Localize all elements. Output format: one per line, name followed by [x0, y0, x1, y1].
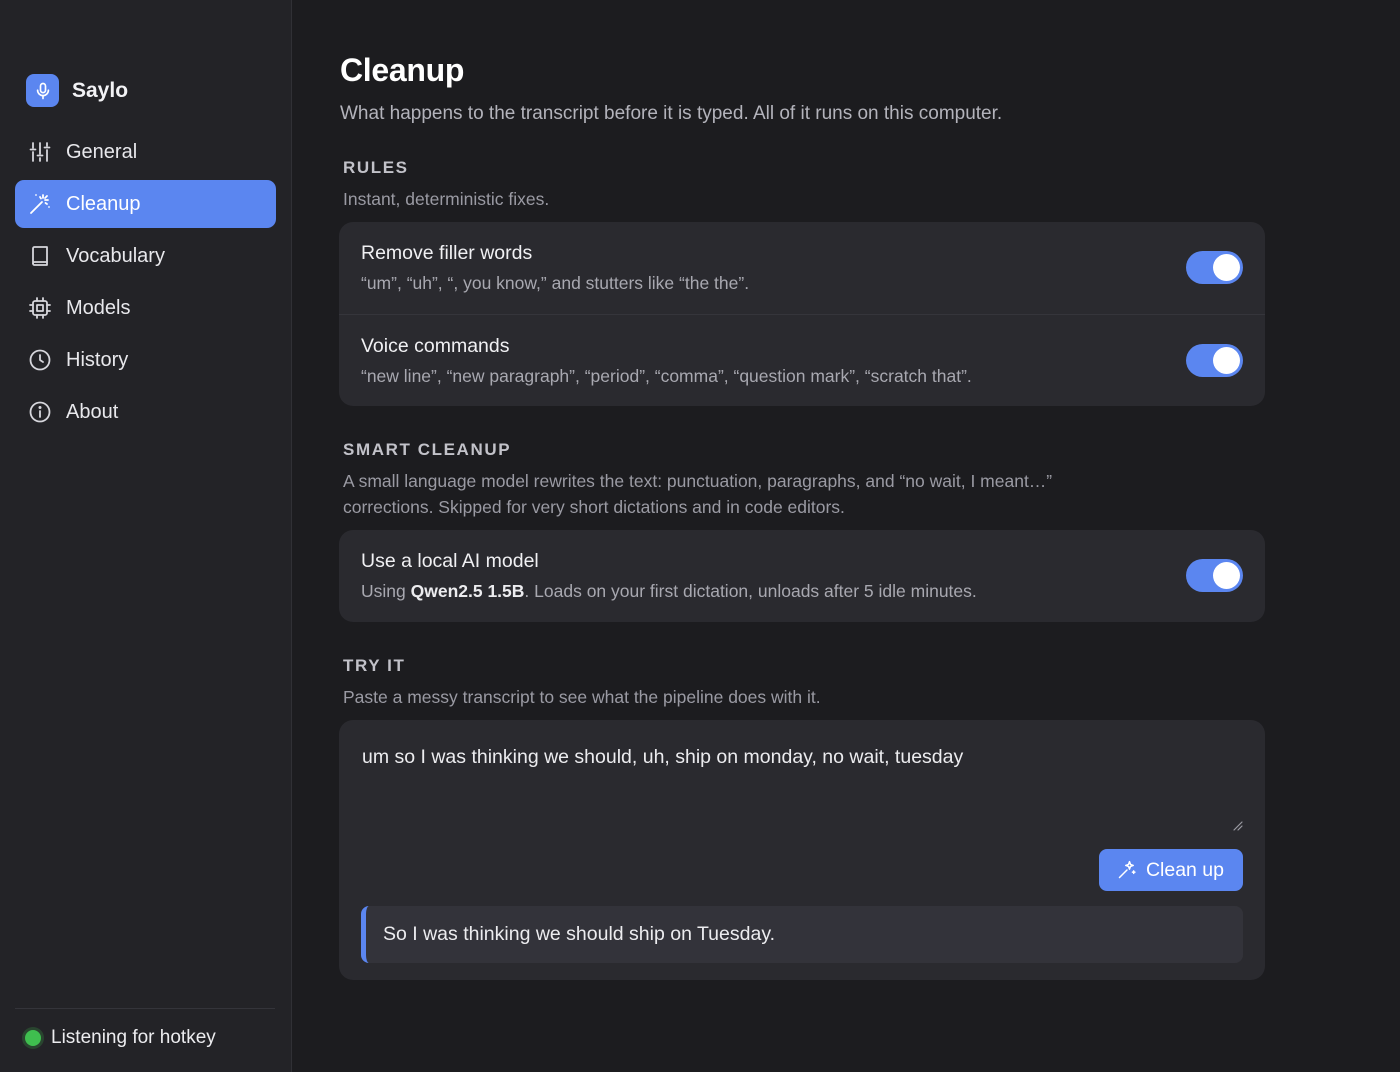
sparkles-icon: [1117, 860, 1137, 880]
sidebar-item-cleanup[interactable]: Cleanup: [15, 180, 276, 228]
setting-title: Remove filler words: [361, 242, 533, 264]
toggle-knob: [1213, 254, 1240, 281]
sidebar-item-label: About: [66, 400, 119, 423]
app-name: Saylo: [72, 78, 129, 102]
section-label-smart-cleanup: SMART CLEANUP: [343, 440, 512, 459]
status-bar: Listening for hotkey: [15, 1008, 275, 1049]
toggle-knob: [1213, 347, 1240, 374]
book-icon: [28, 244, 52, 268]
setting-desc: “um”, “uh”, “, you know,” and stutters l…: [361, 273, 750, 293]
clean-up-button[interactable]: Clean up: [1098, 849, 1243, 891]
setting-row-filler-words: Remove filler words “um”, “uh”, “, you k…: [339, 222, 1265, 314]
rules-card: Remove filler words “um”, “uh”, “, you k…: [339, 222, 1265, 406]
section-label-try-it: TRY IT: [343, 656, 406, 675]
page-subtitle: What happens to the transcript before it…: [340, 103, 1003, 124]
sidebar-item-about[interactable]: About: [15, 388, 276, 436]
chip-icon: [28, 296, 52, 320]
sidebar-nav: General Cleanup Vocabulary Models Histor…: [15, 128, 276, 440]
setting-title: Voice commands: [361, 335, 510, 357]
section-desc-line: A small language model rewrites the text…: [343, 471, 1053, 491]
sidebar-item-label: Vocabulary: [66, 244, 165, 267]
clock-icon: [28, 348, 52, 372]
app-window: Saylo General Cleanup Vocabulary Models …: [0, 0, 1400, 1072]
setting-desc: “new line”, “new paragraph”, “period”, “…: [361, 366, 972, 386]
status-indicator: [25, 1030, 41, 1046]
voice-commands-toggle[interactable]: [1186, 344, 1243, 377]
section-desc-smart-cleanup: A small language model rewrites the text…: [343, 468, 1143, 520]
magic-wand-icon: [28, 192, 52, 216]
desc-prefix: Using: [361, 581, 411, 601]
try-it-card: um so I was thinking we should, uh, ship…: [339, 720, 1265, 980]
microphone-icon: [26, 74, 59, 107]
section-desc-rules: Instant, deterministic fixes.: [343, 189, 550, 209]
sliders-icon: [28, 140, 52, 164]
sidebar-item-history[interactable]: History: [15, 336, 276, 384]
sidebar-item-models[interactable]: Models: [15, 284, 276, 332]
status-text: Listening for hotkey: [51, 1027, 216, 1048]
setting-desc: Using Qwen2.5 1.5B. Loads on your first …: [361, 581, 1243, 602]
page-title: Cleanup: [340, 52, 465, 88]
main-content: Cleanup What happens to the transcript b…: [292, 0, 1400, 1072]
setting-row-local-ai: Use a local AI model Using Qwen2.5 1.5B.…: [339, 530, 1265, 622]
section-label-rules: RULES: [343, 158, 409, 177]
transcript-input[interactable]: um so I was thinking we should, uh, ship…: [362, 746, 1242, 834]
sidebar: Saylo General Cleanup Vocabulary Models …: [0, 0, 292, 1072]
sidebar-item-vocabulary[interactable]: Vocabulary: [15, 232, 276, 280]
local-ai-toggle[interactable]: [1186, 559, 1243, 592]
smart-cleanup-card: Use a local AI model Using Qwen2.5 1.5B.…: [339, 530, 1265, 622]
sidebar-item-label: General: [66, 140, 138, 163]
clean-up-button-label: Clean up: [1145, 858, 1224, 881]
cleanup-result: So I was thinking we should ship on Tues…: [361, 906, 1243, 963]
desc-suffix: . Loads on your first dictation, unloads…: [524, 581, 977, 601]
setting-row-voice-commands: Voice commands “new line”, “new paragrap…: [339, 314, 1265, 406]
model-name: Qwen2.5 1.5B: [410, 581, 525, 601]
sidebar-item-label: Cleanup: [66, 192, 141, 215]
filler-words-toggle[interactable]: [1186, 251, 1243, 284]
section-desc-try-it: Paste a messy transcript to see what the…: [343, 687, 821, 707]
setting-title: Use a local AI model: [361, 550, 539, 572]
brand: Saylo: [26, 74, 128, 107]
sidebar-item-label: Models: [66, 296, 131, 319]
resize-grip-icon[interactable]: [1231, 818, 1243, 831]
sidebar-item-label: History: [66, 348, 129, 371]
toggle-knob: [1213, 562, 1240, 589]
info-icon: [28, 400, 52, 424]
section-desc-line: corrections. Skipped for very short dict…: [343, 497, 845, 517]
sidebar-item-general[interactable]: General: [15, 128, 276, 176]
